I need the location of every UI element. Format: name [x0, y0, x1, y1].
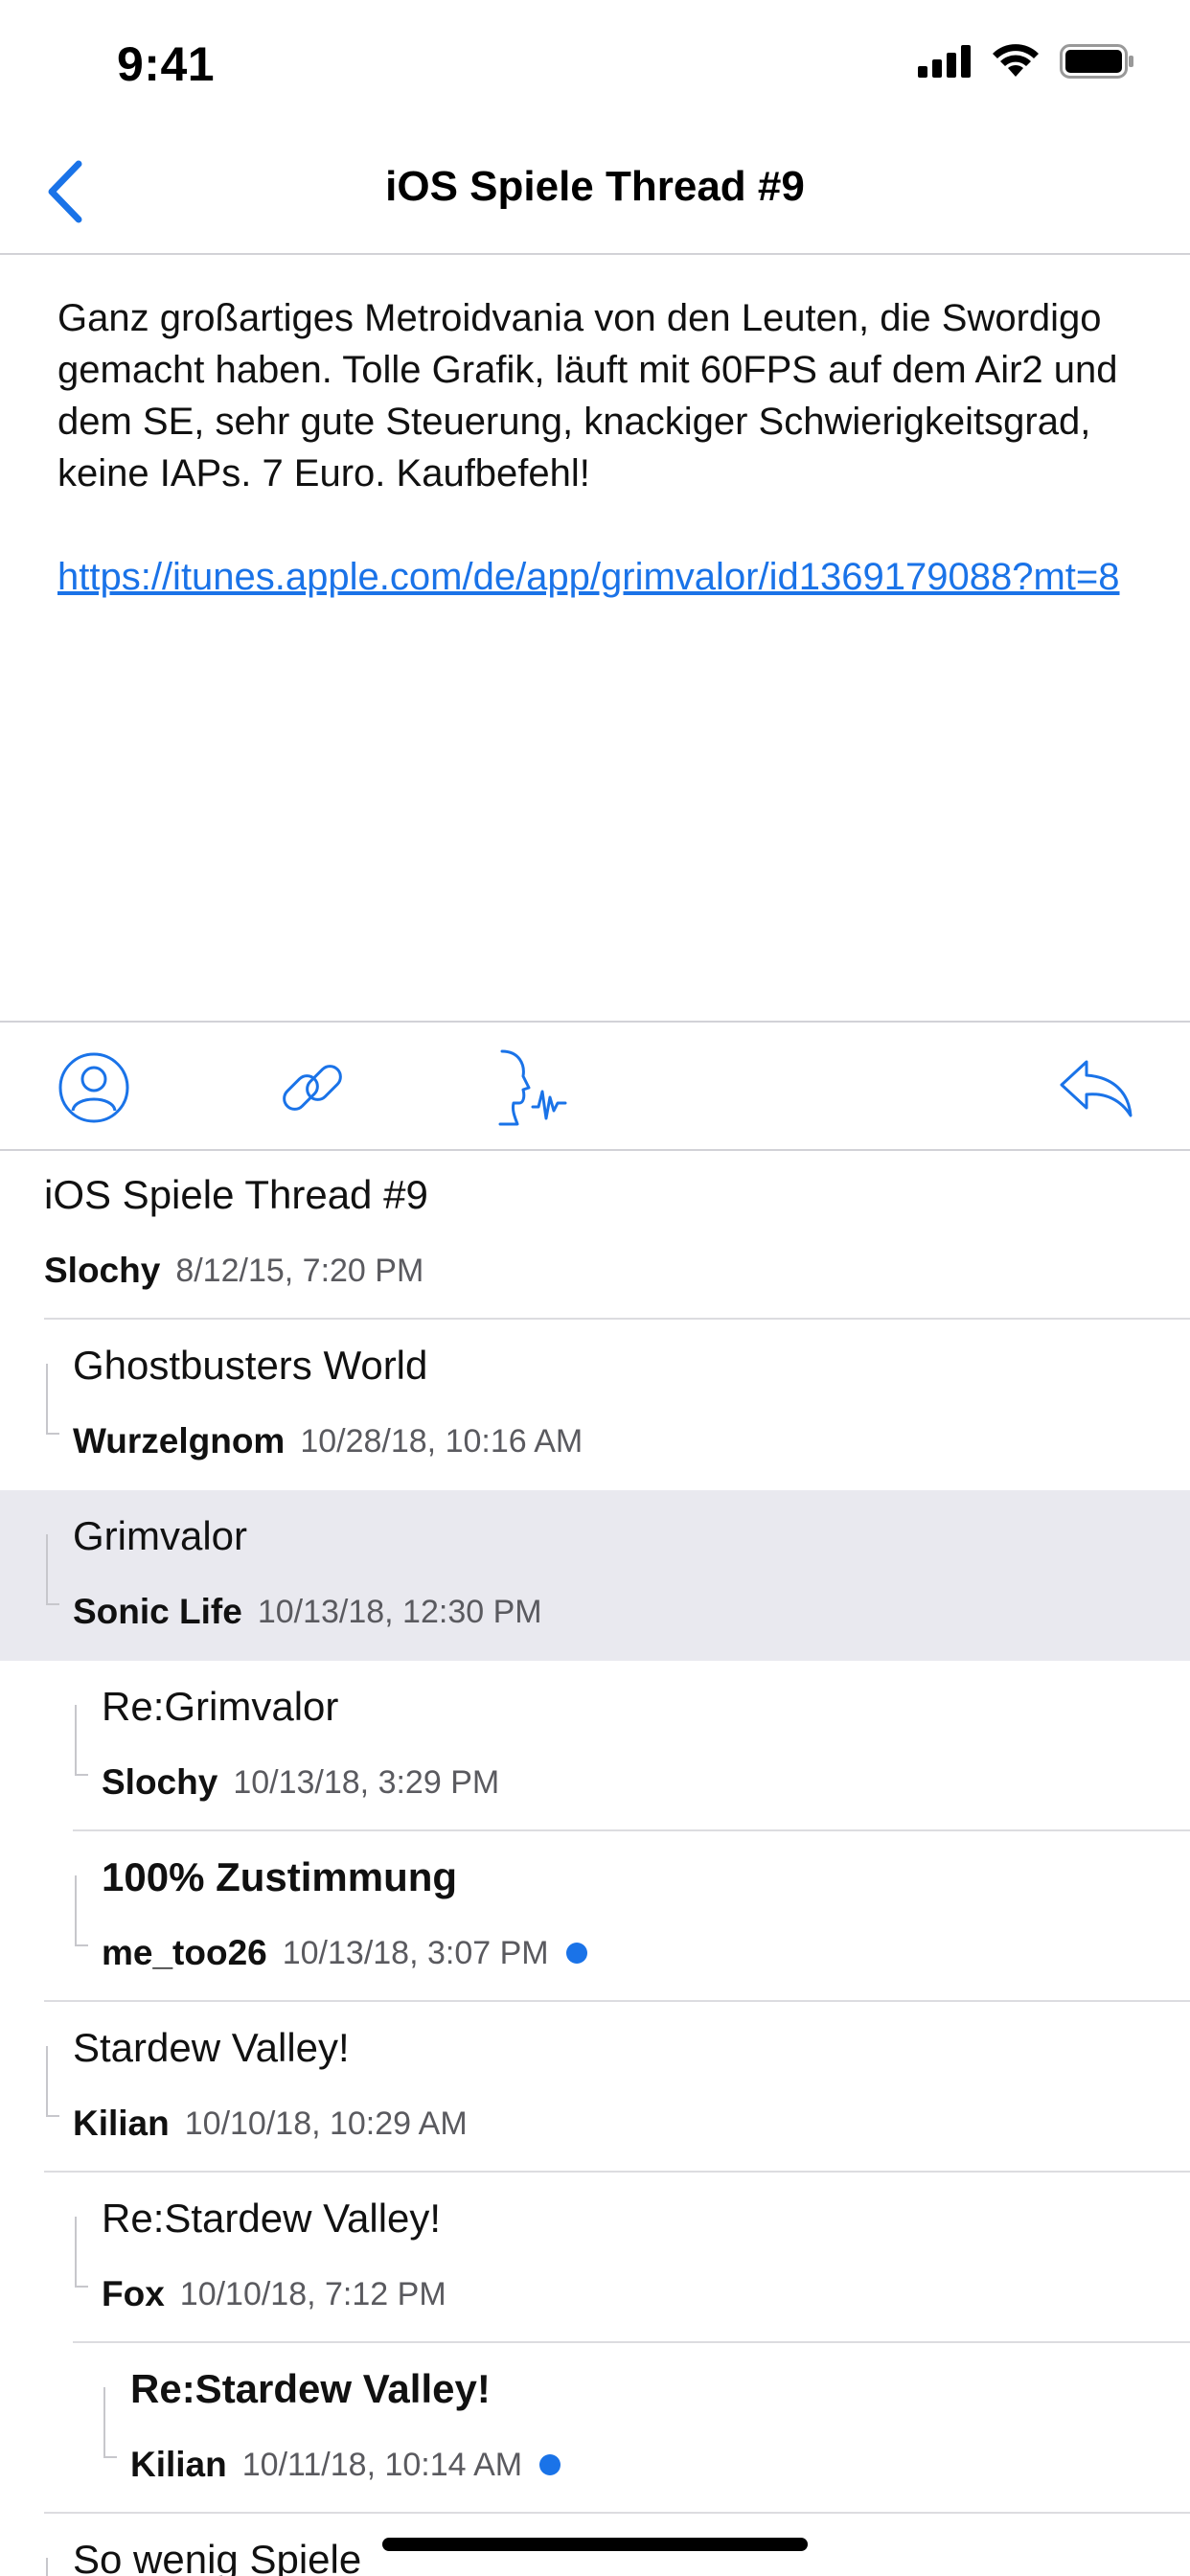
thread-row[interactable]: Ghostbusters World Wurzelgnom 10/28/18, 10…: [0, 1320, 1190, 1490]
thread-row[interactable]: Re:Stardew Valley! Fox 10/10/18, 7:12 PM: [0, 2173, 1190, 2343]
thread-date: 10/13/18, 3:07 PM: [282, 1934, 549, 1971]
thread-title: 100% Zustimmung: [102, 1854, 458, 1899]
status-bar: 9:41: [0, 0, 1190, 126]
thread-author: Fox: [102, 2274, 165, 2313]
thread-meta: Kilian 10/11/18, 10:14 AM: [130, 2445, 561, 2485]
thread-title: Grimvalor: [73, 1513, 248, 1558]
thread-title: Re:Grimvalor: [102, 1684, 339, 1729]
thread-indent-line: [46, 2558, 59, 2576]
speak-icon: [498, 1049, 567, 1126]
thread-indent-line: [75, 2217, 88, 2288]
thread-author: Sonic Life: [73, 1592, 242, 1631]
thread-indent-line: [46, 2046, 59, 2117]
thread-list: iOS Spiele Thread #9 Slochy 8/12/15, 7:20 …: [0, 1149, 1190, 2576]
thread-title: So wenig Spiele: [73, 2537, 362, 2576]
thread-date: 10/13/18, 12:30 PM: [257, 1593, 542, 1630]
cellular-signal-icon: [918, 45, 971, 78]
thread-indent-line: [103, 2387, 117, 2458]
status-time: 9:41: [117, 37, 216, 91]
thread-date: 8/12/15, 7:20 PM: [175, 1252, 424, 1289]
thread-date: 10/10/18, 7:12 PM: [179, 2275, 446, 2312]
wifi-icon: [993, 44, 1039, 77]
thread-author: Wurzelgnom: [73, 1421, 286, 1460]
unread-dot-icon: [565, 1943, 587, 1964]
thread-indent-line: [75, 1705, 88, 1776]
unread-dot-icon: [539, 2454, 561, 2475]
profile-icon: [58, 1052, 129, 1123]
thread-meta: Slochy 10/13/18, 3:29 PM: [102, 1762, 499, 1803]
navigation-bar: iOS Spiele Thread #9: [0, 126, 1190, 255]
thread-title: Ghostbusters World: [73, 1343, 428, 1388]
thread-date: 10/13/18, 3:29 PM: [233, 1763, 500, 1801]
thread-author: Slochy: [44, 1251, 161, 1290]
home-indicator: [382, 2538, 808, 2551]
thread-title: Stardew Valley!: [73, 2025, 350, 2070]
status-icons: [918, 44, 1134, 79]
post-toolbar: [0, 1021, 1190, 1151]
thread-date: 10/10/18, 10:29 AM: [184, 2104, 468, 2142]
link-icon: [283, 1065, 342, 1111]
speak-button[interactable]: [491, 1047, 571, 1128]
thread-meta: me_too26 10/13/18, 3:07 PM: [102, 1933, 587, 1973]
thread-meta: Sonic Life 10/13/18, 12:30 PM: [73, 1592, 542, 1632]
thread-indent-line: [46, 1364, 59, 1435]
thread-meta: Fox 10/10/18, 7:12 PM: [102, 2274, 446, 2314]
thread-title: iOS Spiele Thread #9: [44, 1172, 428, 1217]
thread-row[interactable]: Stardew Valley! Kilian 10/10/18, 10:29 AM: [0, 2002, 1190, 2173]
thread-row[interactable]: 100% Zustimmung me_too26 10/13/18, 3:07 PM: [0, 1831, 1190, 2002]
thread-author: Kilian: [130, 2445, 227, 2484]
battery-icon: [1060, 44, 1133, 79]
thread-meta: Kilian 10/10/18, 10:29 AM: [73, 2104, 468, 2144]
post-link[interactable]: https://itunes.apple.com/de/app/grimvalo…: [57, 551, 1140, 603]
thread-date: 10/28/18, 10:16 AM: [300, 1422, 584, 1460]
thread-meta: Wurzelgnom 10/28/18, 10:16 AM: [73, 1421, 583, 1461]
thread-indent-line: [75, 1875, 88, 1946]
post-body: Ganz großartiges Metroidvania von den Le…: [57, 292, 1140, 603]
thread-title: Re:Stardew Valley!: [102, 2196, 442, 2241]
page-title: iOS Spiele Thread #9: [385, 163, 805, 210]
post-text: Ganz großartiges Metroidvania von den Le…: [57, 297, 1118, 494]
thread-row[interactable]: Re:Stardew Valley! Kilian 10/11/18, 10:14 …: [0, 2343, 1190, 2514]
thread-row[interactable]: Re:Grimvalor Slochy 10/13/18, 3:29 PM: [0, 1661, 1190, 1831]
thread-author: Slochy: [102, 1762, 218, 1802]
reply-icon: [1060, 1060, 1133, 1117]
thread-meta: Slochy 8/12/15, 7:20 PM: [44, 1251, 423, 1291]
thread-author: Kilian: [73, 2104, 170, 2143]
thread-author: me_too26: [102, 1933, 267, 1972]
copy-link-button[interactable]: [272, 1047, 353, 1128]
profile-button[interactable]: [54, 1047, 134, 1128]
thread-row[interactable]: iOS Spiele Thread #9 Slochy 8/12/15, 7:20 …: [0, 1149, 1190, 1320]
thread-indent-line: [46, 1534, 59, 1605]
thread-date: 10/11/18, 10:14 AM: [241, 2446, 523, 2483]
thread-title: Re:Stardew Valley!: [130, 2366, 491, 2411]
reply-button[interactable]: [1056, 1047, 1136, 1128]
thread-row[interactable]: Grimvalor Sonic Life 10/13/18, 12:30 PM: [0, 1490, 1190, 1661]
